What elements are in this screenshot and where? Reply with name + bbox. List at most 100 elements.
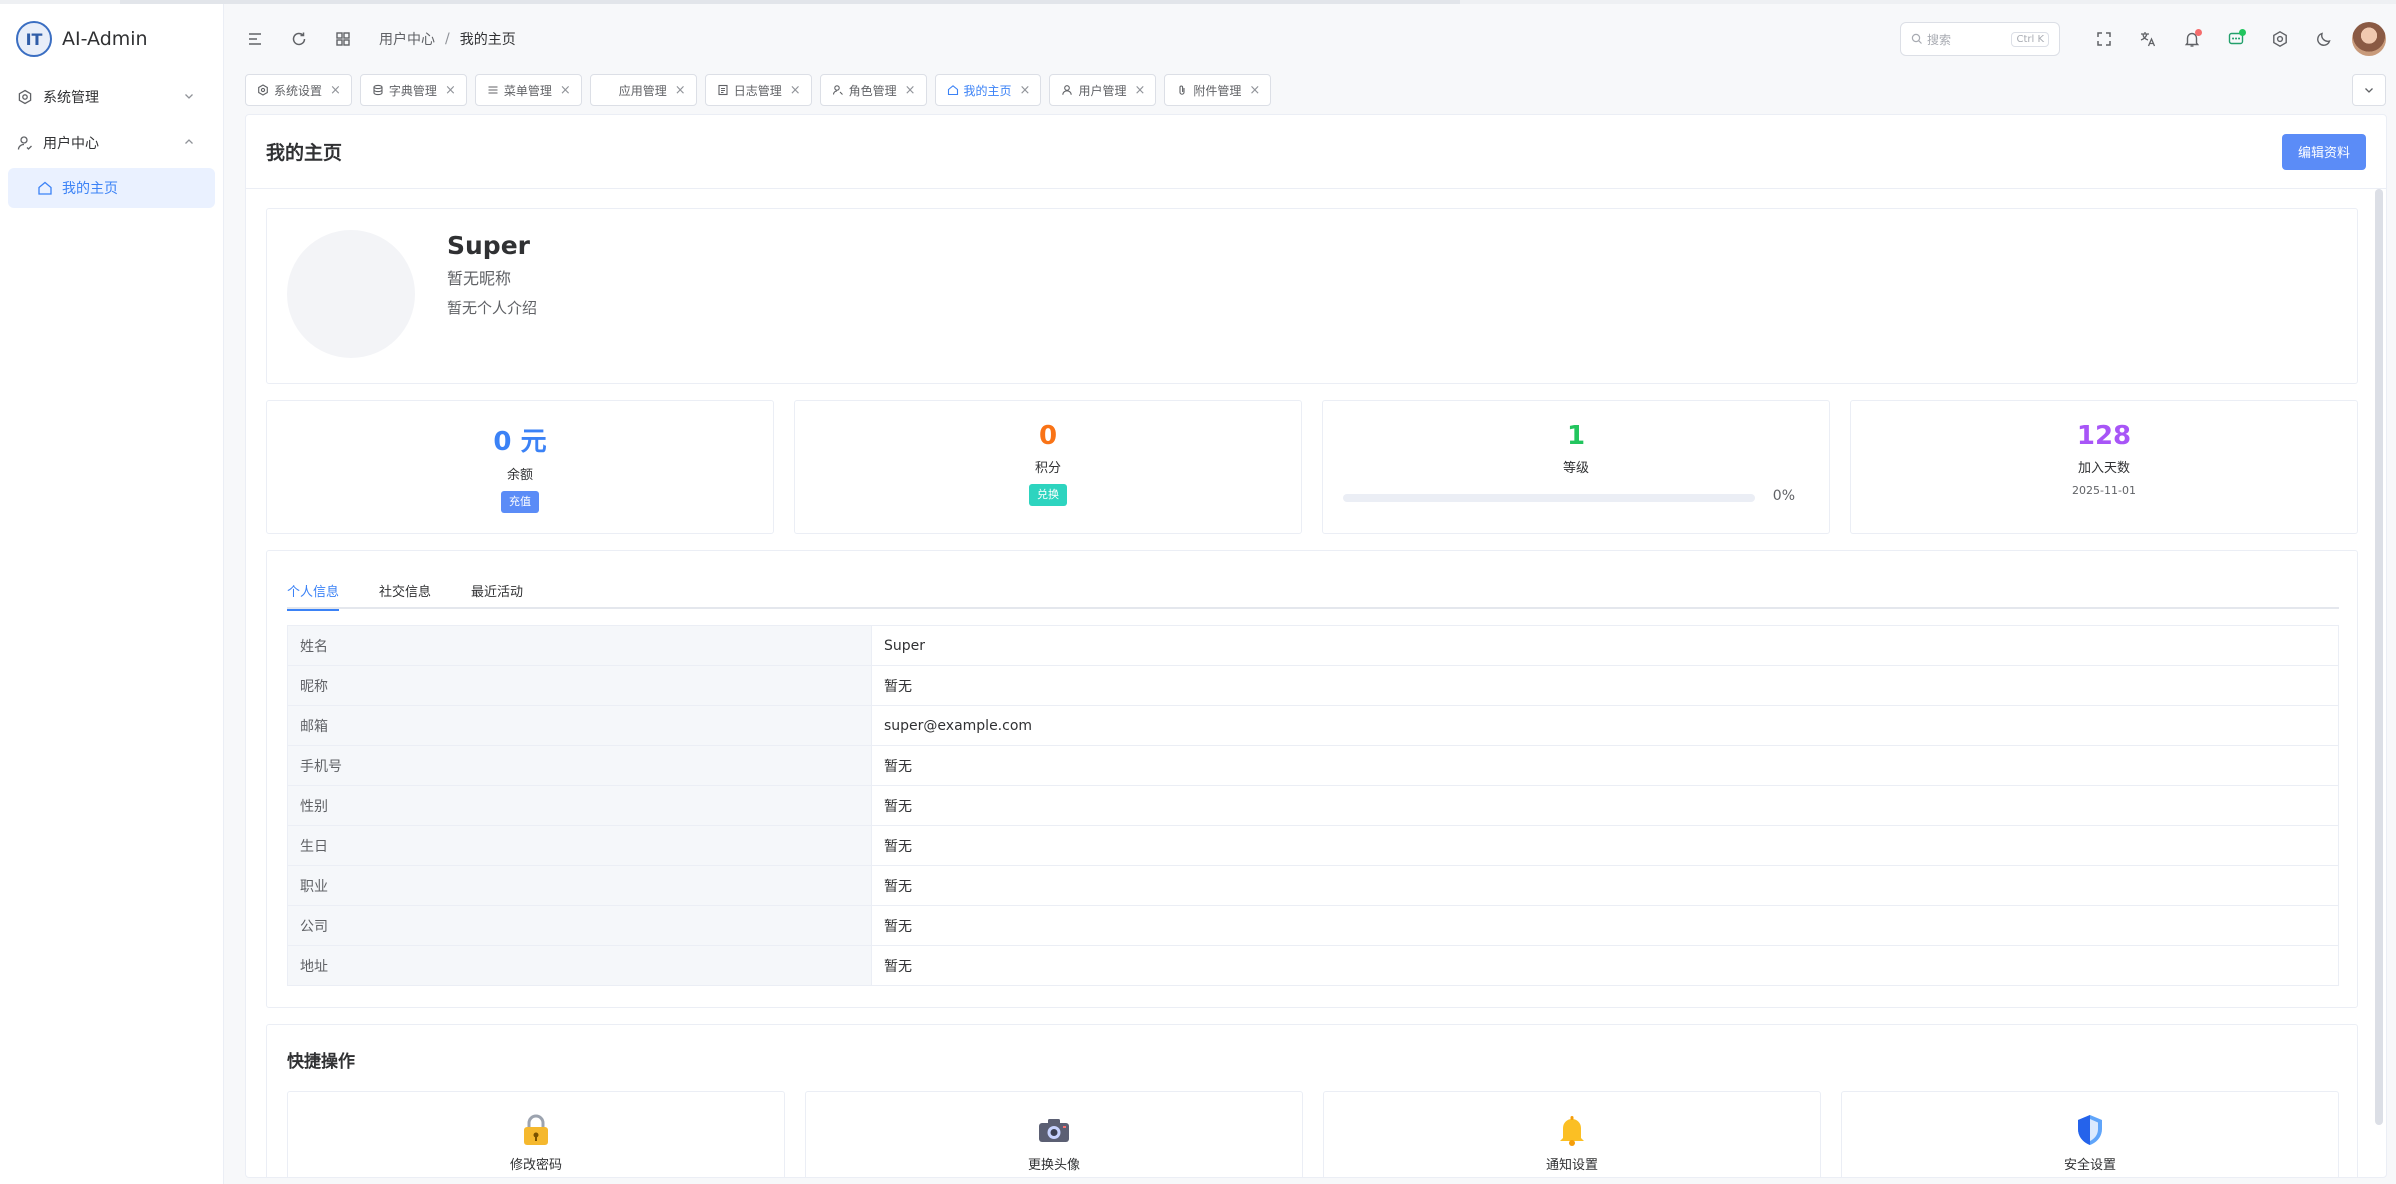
tab-my-home[interactable]: 我的主页 × <box>934 74 1042 106</box>
redeem-button[interactable]: 兑换 <box>1029 484 1067 506</box>
stat-days: 128 加入天数 2025-11-01 <box>1850 400 2358 534</box>
chevron-down-icon <box>183 90 195 105</box>
notification-bell-icon[interactable] <box>2170 17 2214 61</box>
notification-dot <box>2195 29 2202 36</box>
level-progress-text: 0% <box>1772 488 1795 504</box>
close-icon[interactable]: × <box>1249 83 1260 98</box>
tabs-more-button[interactable] <box>2352 74 2386 106</box>
stat-label: 等级 <box>1562 461 1589 476</box>
stat-value: 0 元 <box>493 427 547 457</box>
settings-icon <box>256 83 270 97</box>
logo-mark: IT <box>16 21 52 57</box>
quick-action-label: 安全设置 <box>2063 1158 2116 1173</box>
close-icon[interactable]: × <box>1134 83 1145 98</box>
user-avatar[interactable] <box>2352 22 2386 56</box>
page-title: 我的主页 <box>266 142 343 164</box>
tab-apps[interactable]: 应用管理 × <box>589 74 697 106</box>
stat-value: 1 <box>1566 421 1586 451</box>
table-row: 邮箱 super@example.com <box>287 705 2339 746</box>
tab-personal-info[interactable]: 个人信息 <box>287 571 340 611</box>
quick-actions-card: 快捷操作 修改密码 更换头像 通知设置 安全设置 <box>266 1024 2358 1177</box>
tab-label: 我的主页 <box>963 83 1012 98</box>
quick-action-label: 更换头像 <box>1027 1158 1080 1173</box>
field-value: 暂无 <box>871 905 2339 946</box>
tab-users[interactable]: 用户管理 × <box>1049 74 1157 106</box>
settings-icon[interactable] <box>2258 17 2302 61</box>
tab-label: 用户管理 <box>1078 83 1127 98</box>
close-icon[interactable]: × <box>790 83 801 98</box>
tab-attachments[interactable]: 附件管理 × <box>1164 74 1272 106</box>
user-icon <box>16 134 34 152</box>
settings-icon <box>16 88 34 106</box>
table-row: 昵称 暂无 <box>287 665 2339 706</box>
app-logo[interactable]: IT AI-Admin <box>0 4 223 74</box>
table-row: 性别 暂无 <box>287 785 2339 826</box>
tab-bar: 系统设置 × 字典管理 × 菜单管理 × 应用管理 × 日志管理 × 角色管理 … <box>225 68 2396 112</box>
field-value: 暂无 <box>871 865 2339 906</box>
chat-icon[interactable] <box>2214 17 2258 61</box>
menu-icon <box>486 83 500 97</box>
scrollbar[interactable] <box>2375 189 2383 1125</box>
tab-menu[interactable]: 菜单管理 × <box>474 74 582 106</box>
tab-roles[interactable]: 角色管理 × <box>819 74 927 106</box>
breadcrumb-item[interactable]: 用户中心 <box>379 29 435 49</box>
table-row: 生日 暂无 <box>287 825 2339 866</box>
change-avatar-action[interactable]: 更换头像 <box>805 1091 1303 1177</box>
user-icon <box>1060 83 1074 97</box>
chevron-down-icon <box>2363 84 2375 96</box>
personal-info-table: 姓名 Super 昵称 暂无 邮箱 super@example.com 手机号暂无 性… <box>287 625 2339 986</box>
tab-label: 角色管理 <box>848 83 897 98</box>
tab-label: 系统设置 <box>274 83 323 98</box>
chat-dot <box>2239 29 2246 36</box>
apps-grid-icon[interactable] <box>321 17 365 61</box>
field-key: 公司 <box>287 905 872 946</box>
table-row: 职业 暂无 <box>287 865 2339 906</box>
close-icon[interactable]: × <box>330 83 341 98</box>
tab-logs[interactable]: 日志管理 × <box>704 74 812 106</box>
field-key: 手机号 <box>287 745 872 786</box>
edit-profile-button[interactable]: 编辑资料 <box>2281 133 2366 170</box>
quick-action-label: 通知设置 <box>1545 1158 1598 1173</box>
tab-social-info[interactable]: 社交信息 <box>379 571 431 609</box>
sidebar-item-label: 系统管理 <box>43 90 99 106</box>
sidebar-item-system[interactable]: 系统管理 <box>0 74 223 120</box>
close-icon[interactable]: × <box>905 83 916 98</box>
table-row: 姓名 Super <box>287 625 2339 666</box>
tab-label: 附件管理 <box>1193 83 1242 98</box>
tab-dictionary[interactable]: 字典管理 × <box>359 74 467 106</box>
fullscreen-icon[interactable] <box>2082 17 2126 61</box>
chevron-up-icon <box>183 136 195 151</box>
security-settings-action[interactable]: 安全设置 <box>1841 1091 2339 1177</box>
search-input[interactable]: 搜索 Ctrl K <box>1900 22 2060 56</box>
field-key: 职业 <box>287 865 872 906</box>
sidebar-item-user-center[interactable]: 用户中心 <box>0 120 223 166</box>
app-icon <box>601 83 615 97</box>
close-icon[interactable]: × <box>560 83 571 98</box>
translate-icon[interactable] <box>2126 17 2170 61</box>
profile-card: Super 暂无昵称 暂无个人介绍 <box>266 208 2358 384</box>
close-icon[interactable]: × <box>1020 83 1031 98</box>
stat-label: 积分 <box>1034 461 1061 476</box>
recharge-button[interactable]: 充值 <box>501 491 539 513</box>
menu-toggle-icon[interactable] <box>233 17 277 61</box>
level-progress-bar <box>1343 494 1755 502</box>
field-value: Super <box>871 625 2339 666</box>
close-icon[interactable]: × <box>675 83 686 98</box>
table-row: 地址 暂无 <box>287 945 2339 986</box>
home-icon <box>946 83 960 97</box>
sidebar-item-my-home[interactable]: 我的主页 <box>8 168 215 208</box>
refresh-icon[interactable] <box>277 17 321 61</box>
content: Super 暂无昵称 暂无个人介绍 0 元 余额 充值 0 积分 兑换 1 等级… <box>266 208 2358 1177</box>
tab-label: 日志管理 <box>733 83 782 98</box>
tab-label: 字典管理 <box>388 83 437 98</box>
tab-system-settings[interactable]: 系统设置 × <box>245 74 352 106</box>
breadcrumb-separator: / <box>445 31 450 47</box>
camera-icon <box>806 1112 1302 1148</box>
dark-mode-icon[interactable] <box>2302 17 2346 61</box>
sidebar-item-label: 用户中心 <box>43 136 99 152</box>
tab-recent-activity[interactable]: 最近活动 <box>471 571 523 609</box>
change-password-action[interactable]: 修改密码 <box>287 1091 785 1177</box>
profile-avatar[interactable] <box>287 230 415 358</box>
close-icon[interactable]: × <box>445 83 456 98</box>
notification-settings-action[interactable]: 通知设置 <box>1323 1091 1821 1177</box>
